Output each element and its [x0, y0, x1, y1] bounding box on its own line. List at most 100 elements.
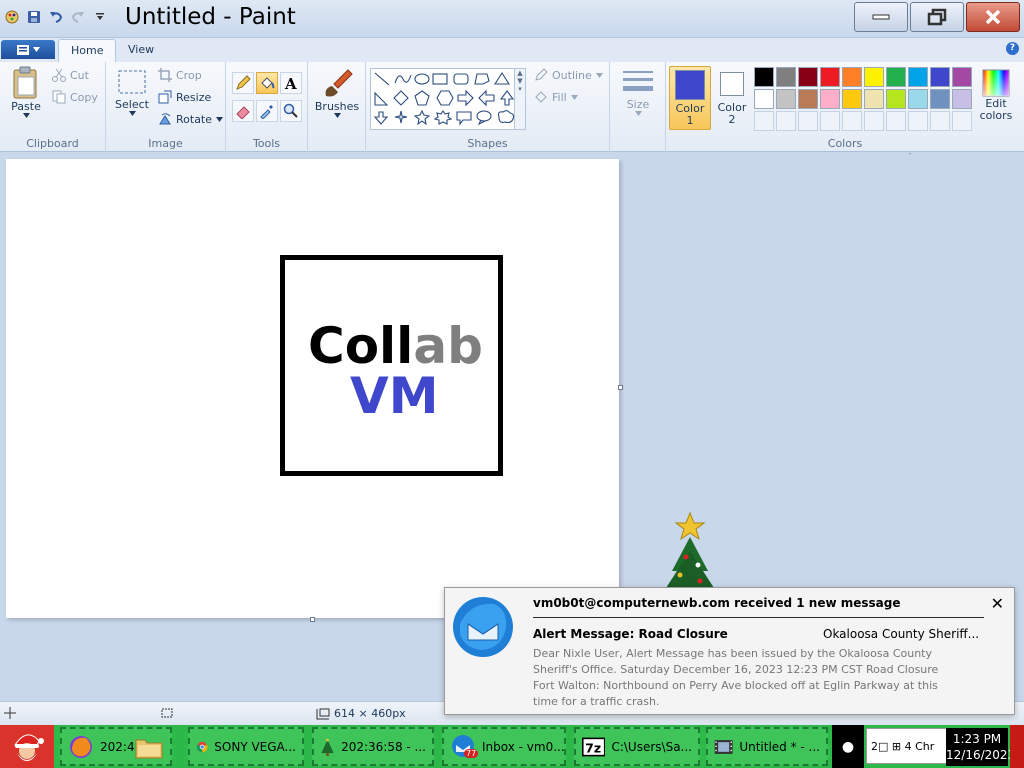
tray-icons[interactable]: 2□ ⊞ 4 Chr: [871, 740, 934, 753]
paste-button[interactable]: Paste: [6, 66, 46, 118]
palette-custom-swatch-8[interactable]: [930, 111, 950, 131]
show-desktop-button[interactable]: [1010, 725, 1024, 768]
crop-button[interactable]: Crop: [158, 68, 202, 82]
magnifier-tool[interactable]: [280, 100, 302, 122]
palette-custom-swatch-5[interactable]: [864, 111, 884, 131]
tab-view[interactable]: View: [116, 39, 166, 62]
taskbar-item-thunderbird[interactable]: 77 Inbox - vm0...: [442, 727, 566, 766]
chevron-down-icon: [595, 72, 603, 78]
resize-icon: [158, 90, 172, 104]
palette-custom-swatch-0[interactable]: [754, 111, 774, 131]
app-menu-icon: [16, 44, 29, 55]
palette-swatch-row1-9[interactable]: [952, 67, 972, 87]
folder-icon: [135, 739, 163, 758]
paint-app-icon[interactable]: [4, 9, 20, 25]
resize-button[interactable]: Resize: [158, 90, 211, 104]
size-group: Size: [610, 62, 666, 152]
line-size-icon: [623, 71, 653, 91]
help-icon[interactable]: ?: [1006, 42, 1019, 55]
new-mail-notification[interactable]: vm0b0t@computernewb.com received 1 new m…: [444, 587, 1015, 715]
palette-swatch-row1-2[interactable]: [798, 67, 818, 87]
palette-swatch-row2-0[interactable]: [754, 89, 774, 109]
palette-swatch-row1-6[interactable]: [886, 67, 906, 87]
tab-home[interactable]: Home: [58, 39, 117, 62]
rotate-icon: [159, 113, 171, 125]
color-picker-tool[interactable]: [256, 100, 278, 122]
restore-icon: [927, 8, 947, 26]
show-hidden-icons-button[interactable]: ●: [832, 725, 864, 768]
shapes-gallery[interactable]: [370, 68, 518, 130]
palette-custom-swatch-7[interactable]: [908, 111, 928, 131]
select-button[interactable]: Select: [112, 68, 152, 116]
palette-swatch-row2-6[interactable]: [886, 89, 906, 109]
taskbar-item-explorer[interactable]: [130, 727, 172, 766]
minimize-button[interactable]: [854, 2, 908, 32]
palette-swatch-row1-1[interactable]: [776, 67, 796, 87]
taskbar-item-paint[interactable]: Untitled * - ...: [706, 727, 828, 766]
copy-button[interactable]: Copy: [52, 90, 98, 104]
palette-swatch-row2-9[interactable]: [952, 89, 972, 109]
palette-custom-swatch-1[interactable]: [776, 111, 796, 131]
text-tool[interactable]: A: [280, 72, 302, 94]
santa-icon: [14, 734, 44, 761]
rotate-button[interactable]: Rotate: [158, 112, 224, 126]
quick-access-toolbar: [4, 9, 108, 25]
brushes-button[interactable]: Brushes: [314, 66, 360, 118]
fill-tool[interactable]: [256, 72, 278, 94]
application-menu-button[interactable]: [1, 40, 55, 59]
close-button[interactable]: [966, 2, 1020, 32]
size-button[interactable]: Size: [618, 68, 658, 116]
notification-subject: Alert Message: Road Closure: [533, 627, 728, 641]
resize-handle-bottom[interactable]: [310, 617, 315, 622]
notification-close-button[interactable]: ✕: [991, 594, 1004, 613]
customize-quick-access-icon[interactable]: [92, 9, 108, 25]
eraser-tool[interactable]: [232, 100, 254, 122]
taskbar-item-chrome[interactable]: SONY VEGA...: [188, 727, 304, 766]
palette-custom-swatch-4[interactable]: [842, 111, 862, 131]
palette-swatch-row2-2[interactable]: [798, 89, 818, 109]
save-icon[interactable]: [26, 9, 42, 25]
redo-icon[interactable]: [70, 9, 86, 25]
palette-swatch-row1-0[interactable]: [754, 67, 774, 87]
palette-swatch-row1-7[interactable]: [908, 67, 928, 87]
palette-swatch-row1-4[interactable]: [842, 67, 862, 87]
palette-swatch-row1-5[interactable]: [864, 67, 884, 87]
palette-custom-swatch-3[interactable]: [820, 111, 840, 131]
drawing-canvas[interactable]: Collab VM: [6, 159, 619, 618]
resize-handle-right[interactable]: [618, 385, 623, 390]
tree-icon: [321, 738, 334, 756]
paint-bucket-icon: [261, 77, 275, 89]
palette-swatch-row2-8[interactable]: [930, 89, 950, 109]
palette-swatch-row2-7[interactable]: [908, 89, 928, 109]
palette-swatch-row2-1[interactable]: [776, 89, 796, 109]
edit-colors-button[interactable]: Edit colors: [975, 68, 1017, 122]
palette-custom-swatch-9[interactable]: [952, 111, 972, 131]
chevron-down-icon: [634, 111, 642, 116]
start-button[interactable]: [0, 725, 54, 768]
fill-button[interactable]: Fill: [534, 90, 578, 104]
fill-bucket-icon: [535, 91, 547, 103]
palette-swatch-row2-3[interactable]: [820, 89, 840, 109]
notification-sender: Okaloosa County Sheriff...: [823, 627, 980, 641]
color-1-button[interactable]: Color 1: [669, 66, 711, 130]
palette-swatch-row2-4[interactable]: [842, 89, 862, 109]
color-2-button[interactable]: Color 2: [711, 66, 753, 130]
palette-custom-swatch-6[interactable]: [886, 111, 906, 131]
undo-icon[interactable]: [48, 9, 64, 25]
paste-icon: [13, 66, 37, 99]
image-group: Select Crop Resize Rotate Image: [106, 62, 226, 152]
restore-button[interactable]: [910, 2, 964, 32]
taskbar-item-7zip[interactable]: 7z C:\Users\Sa...: [574, 727, 700, 766]
shapes-gallery-scroll[interactable]: ▲ ▼ ▾: [514, 68, 526, 130]
taskbar-clock[interactable]: 1:23 PM 12/16/2023: [946, 728, 1015, 766]
notification-divider: [533, 617, 984, 618]
chevron-down-icon: [333, 113, 341, 118]
palette-custom-swatch-2[interactable]: [798, 111, 818, 131]
pencil-tool[interactable]: [232, 72, 254, 94]
palette-swatch-row1-3[interactable]: [820, 67, 840, 87]
palette-swatch-row1-8[interactable]: [930, 67, 950, 87]
palette-swatch-row2-5[interactable]: [864, 89, 884, 109]
taskbar-item-timer[interactable]: 202:36:58 - ...: [312, 727, 434, 766]
outline-button[interactable]: Outline: [534, 68, 603, 82]
cut-button[interactable]: Cut: [52, 68, 89, 82]
